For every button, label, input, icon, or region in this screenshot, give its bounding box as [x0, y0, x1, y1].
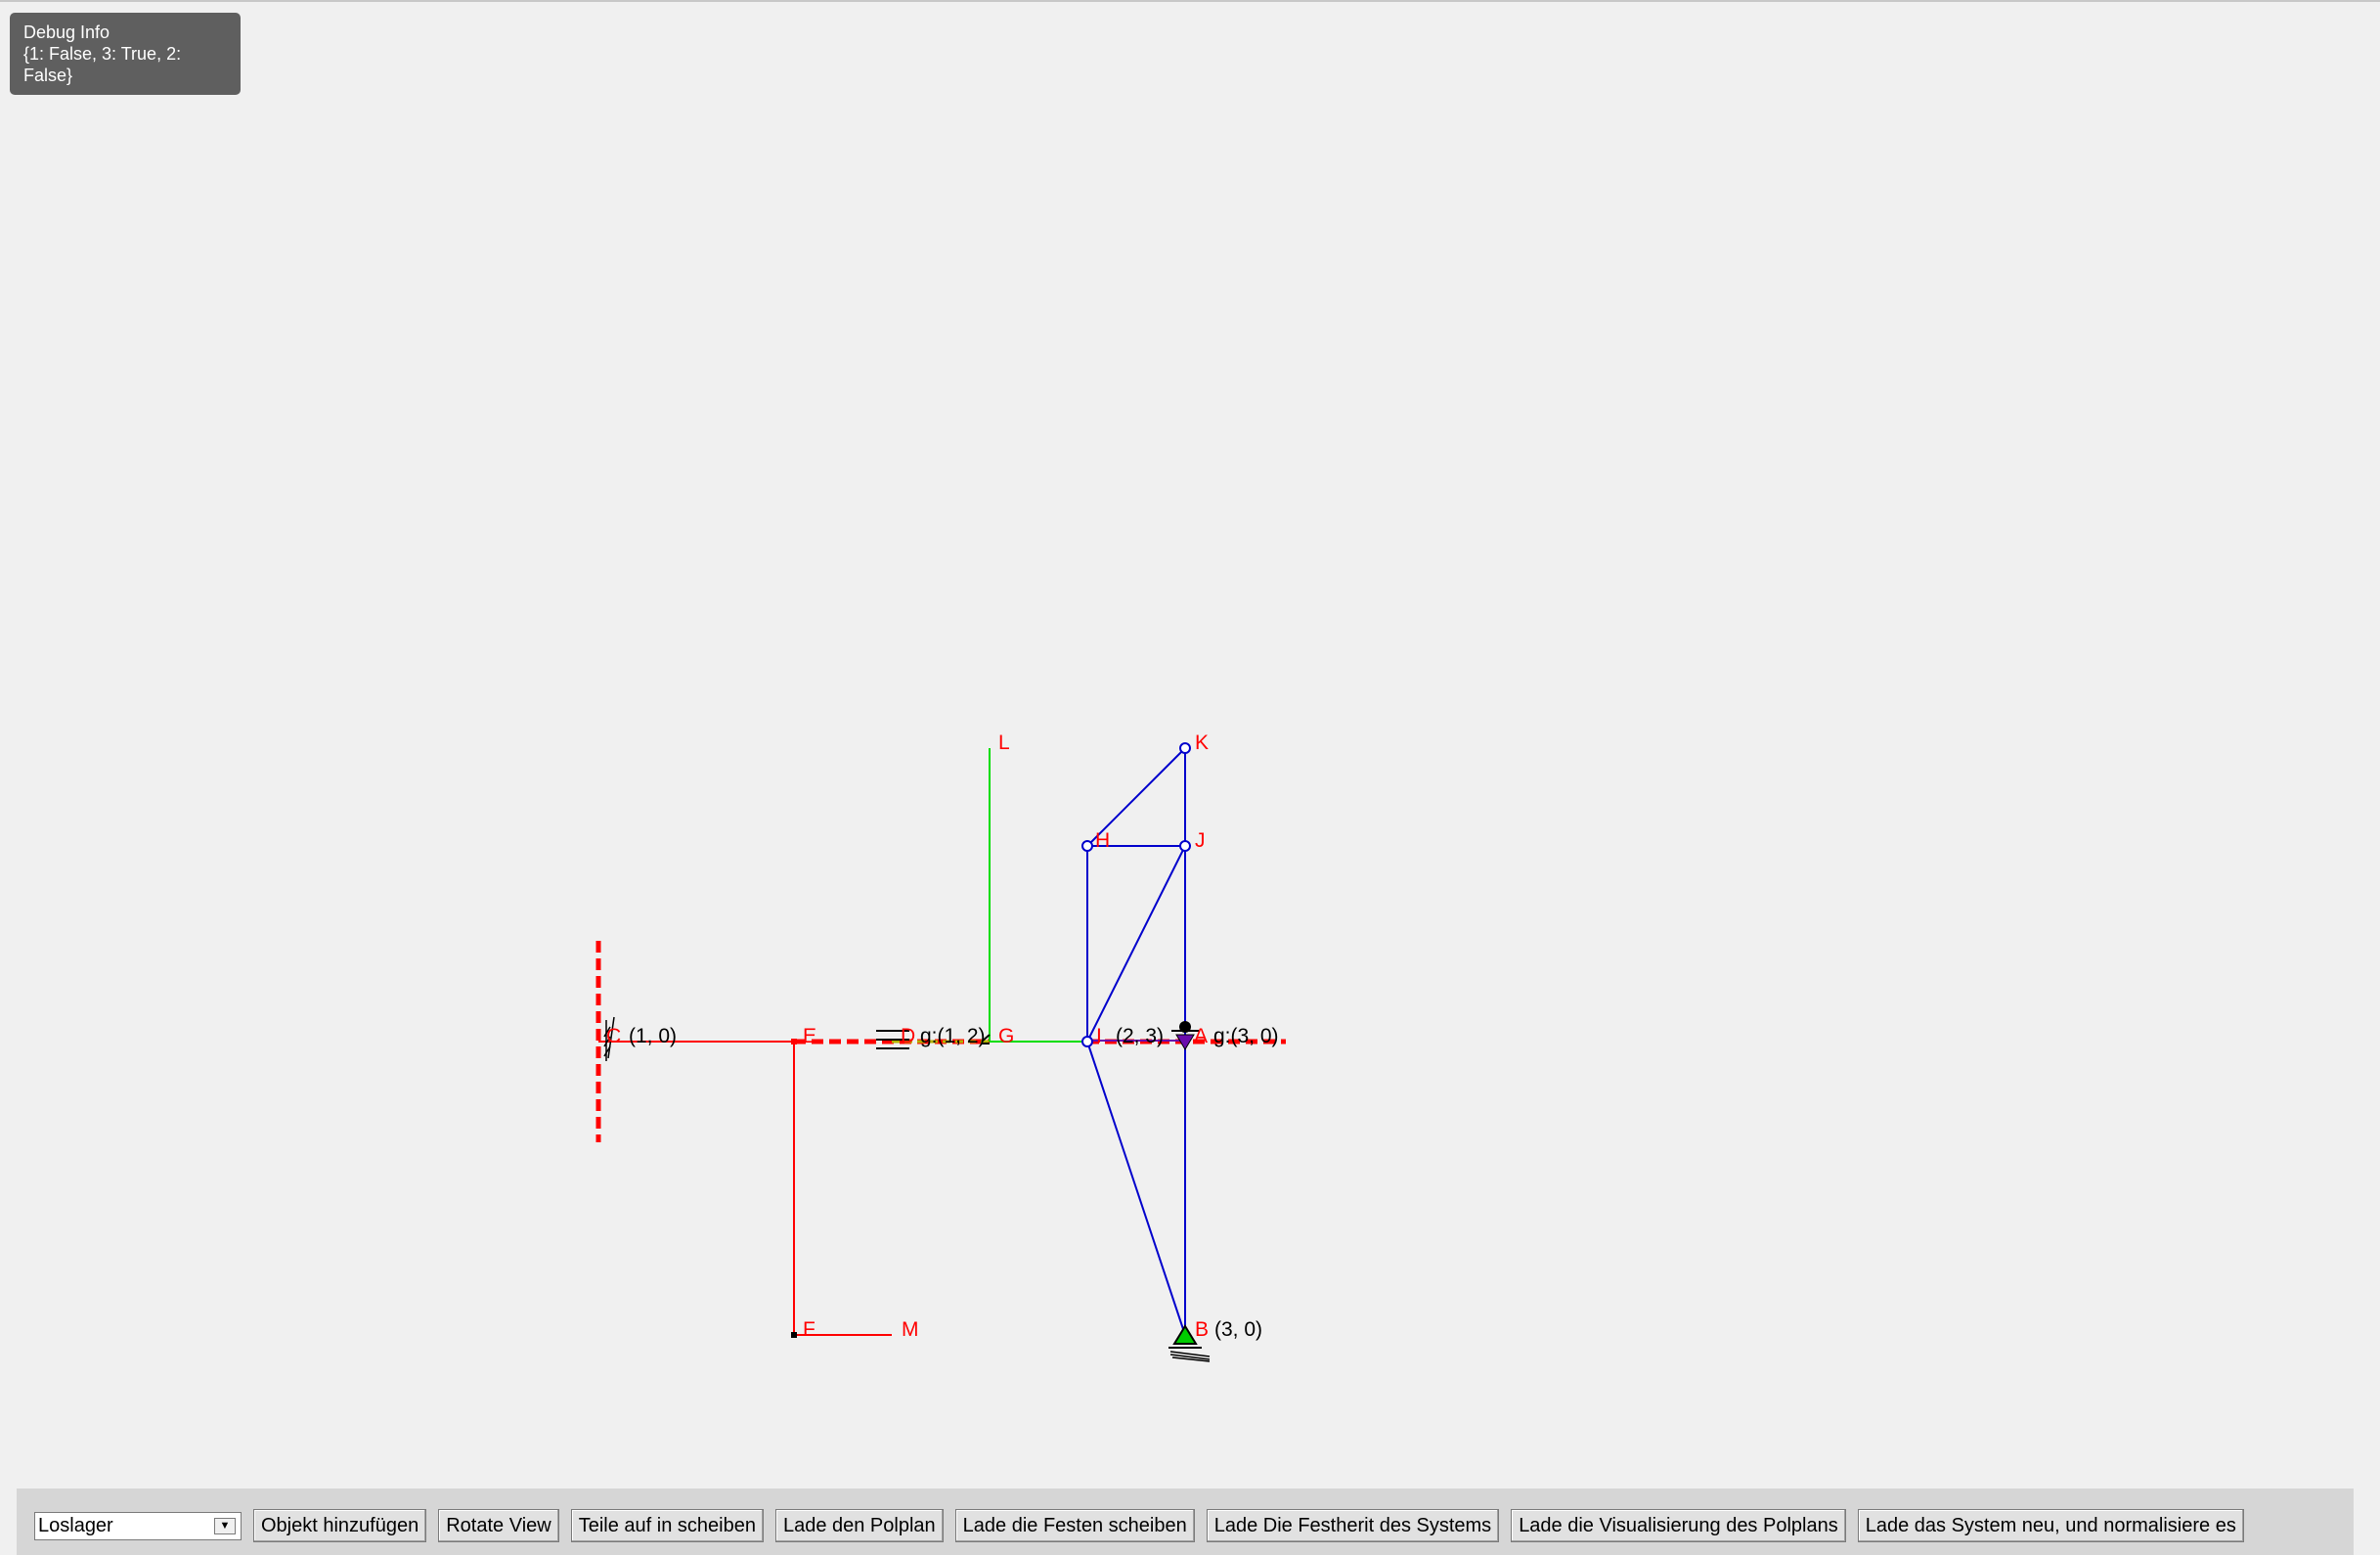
label-m: M: [902, 1318, 919, 1341]
hinge-j: [1179, 840, 1191, 852]
node-e: [791, 1039, 797, 1044]
structure-canvas[interactable]: L K H J C (1, 0) E D g:(1, 2) G I (2, 3)…: [0, 0, 2380, 1487]
rotate-view-button[interactable]: Rotate View: [438, 1509, 559, 1542]
label-b-coord: (3, 0): [1214, 1318, 1262, 1341]
hinge-h: [1081, 840, 1093, 852]
label-i-coord: (2, 3): [1116, 1025, 1164, 1047]
split-into-plates-button[interactable]: Teile auf in scheiben: [570, 1509, 764, 1542]
bottom-toolbar: Loslager ▼ Objekt hinzufügen Rotate View…: [17, 1488, 2354, 1555]
label-d-coord: g:(1, 2): [920, 1025, 986, 1047]
hinge-i: [1081, 1036, 1093, 1047]
add-object-button[interactable]: Objekt hinzufügen: [253, 1509, 427, 1542]
load-system-rigidity-button[interactable]: Lade Die Festherit des Systems: [1206, 1509, 1500, 1542]
label-b: B: [1195, 1318, 1209, 1341]
load-pole-plan-button[interactable]: Lade den Polplan: [774, 1509, 944, 1542]
chevron-down-icon[interactable]: ▼: [214, 1517, 236, 1534]
member-i-b: [1086, 1041, 1186, 1336]
label-e: E: [803, 1025, 816, 1047]
label-g: G: [998, 1025, 1014, 1047]
label-k: K: [1195, 732, 1209, 754]
label-j: J: [1195, 829, 1206, 852]
node-f: [791, 1332, 797, 1338]
label-i: I: [1096, 1025, 1102, 1047]
member-i-j: [1086, 845, 1186, 1043]
load-pole-plan-visualization-button[interactable]: Lade die Visualisierung des Polplans: [1511, 1509, 1846, 1542]
label-d: D: [901, 1025, 915, 1047]
label-a: A: [1194, 1025, 1208, 1047]
label-h: H: [1095, 829, 1110, 852]
label-l: L: [998, 732, 1010, 754]
label-f: F: [803, 1318, 815, 1341]
object-type-select-value: Loslager: [38, 1514, 113, 1536]
label-c: C: [606, 1025, 621, 1047]
reload-normalize-system-button[interactable]: Lade das System neu, und normalisiere es: [1857, 1509, 2244, 1542]
load-fixed-plates-button[interactable]: Lade die Festen scheiben: [954, 1509, 1195, 1542]
hinge-k: [1179, 742, 1191, 754]
label-c-coord: (1, 0): [629, 1025, 677, 1047]
label-a-coord: g:(3, 0): [1213, 1025, 1279, 1047]
object-type-select[interactable]: Loslager ▼: [34, 1511, 242, 1540]
